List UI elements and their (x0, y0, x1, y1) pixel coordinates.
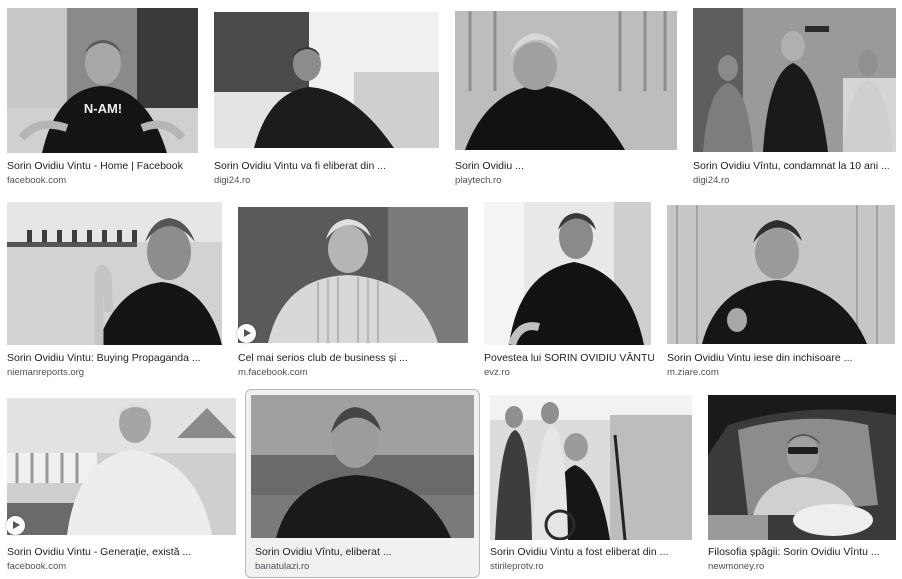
result-title[interactable]: Cel mai serios club de business și ... (238, 352, 468, 364)
result-thumbnail[interactable] (455, 11, 677, 150)
play-video-icon (6, 516, 25, 535)
result-thumbnail[interactable] (490, 395, 692, 540)
result-source[interactable]: niemanreports.org (7, 367, 84, 378)
result-title[interactable]: Sorin Ovidiu Vintu - Home | Facebook (7, 160, 199, 172)
result-source[interactable]: digi24.ro (214, 175, 250, 186)
result-thumbnail[interactable] (7, 202, 222, 345)
result-source[interactable]: stirileprotv.ro (490, 561, 544, 572)
result-card[interactable]: Filosofia șpăgii: Sorin Ovidiu Vîntu ...… (705, 392, 900, 577)
result-source[interactable]: m.ziare.com (667, 367, 719, 378)
result-thumbnail[interactable]: N-AM! (7, 8, 198, 153)
result-thumbnail[interactable] (7, 398, 236, 535)
result-thumbnail[interactable] (238, 207, 468, 343)
result-card[interactable]: N-AM! Sorin Ovidiu Vintu - Home | Facebo… (4, 5, 202, 190)
result-thumbnail[interactable] (251, 395, 474, 538)
result-source[interactable]: facebook.com (7, 561, 66, 572)
result-source[interactable]: digi24.ro (693, 175, 729, 186)
result-card[interactable]: Sorin Ovidiu Vintu iese din inchisoare .… (664, 199, 898, 384)
result-source[interactable]: newmoney.ro (708, 561, 764, 572)
result-card[interactable]: Sorin Ovidiu Vintu: Buying Propaganda ..… (4, 199, 226, 384)
result-title[interactable]: Povestea lui SORIN OVIDIU VÂNTU... (484, 352, 654, 364)
result-card[interactable]: Sorin Ovidiu Vîntu, condamnat la 10 ani … (690, 5, 898, 190)
result-title[interactable]: Sorin Ovidiu Vintu: Buying Propaganda ..… (7, 352, 223, 364)
result-thumbnail[interactable] (484, 202, 651, 345)
result-title[interactable]: Sorin Ovidiu Vintu iese din inchisoare .… (667, 352, 893, 364)
result-card[interactable]: Sorin Ovidiu ... playtech.ro (452, 5, 682, 190)
result-title[interactable]: Sorin Ovidiu Vîntu, eliberat ... (255, 546, 475, 558)
result-title[interactable]: Sorin Ovidiu Vintu va fi eliberat din ..… (214, 160, 440, 172)
result-title[interactable]: Sorin Ovidiu Vintu - Generație, există .… (7, 546, 237, 558)
result-title[interactable]: Sorin Ovidiu ... (455, 160, 677, 172)
result-card[interactable]: Sorin Ovidiu Vintu a fost eliberat din .… (487, 392, 697, 577)
result-card[interactable]: Sorin Ovidiu Vintu va fi eliberat din ..… (211, 5, 443, 190)
result-thumbnail[interactable] (667, 205, 895, 344)
result-thumbnail[interactable] (708, 395, 896, 540)
result-card[interactable]: Sorin Ovidiu Vintu - Generație, există .… (4, 392, 240, 577)
result-card-selected[interactable]: Sorin Ovidiu Vîntu, eliberat ... banatul… (245, 389, 480, 578)
shirt-logo: N-AM! (84, 101, 122, 116)
result-card[interactable]: Povestea lui SORIN OVIDIU VÂNTU... evz.r… (481, 199, 656, 384)
result-source[interactable]: m.facebook.com (238, 367, 308, 378)
result-thumbnail[interactable] (214, 12, 439, 148)
result-source[interactable]: facebook.com (7, 175, 66, 186)
result-title[interactable]: Filosofia șpăgii: Sorin Ovidiu Vîntu ... (708, 546, 898, 558)
result-card[interactable]: Cel mai serios club de business și ... m… (235, 199, 473, 384)
result-source[interactable]: evz.ro (484, 367, 510, 378)
result-source[interactable]: banatulazi.ro (255, 561, 309, 572)
result-title[interactable]: Sorin Ovidiu Vintu a fost eliberat din .… (490, 546, 694, 558)
result-title[interactable]: Sorin Ovidiu Vîntu, condamnat la 10 ani … (693, 160, 893, 172)
play-video-icon (237, 324, 256, 343)
result-thumbnail[interactable] (693, 8, 896, 152)
result-source[interactable]: playtech.ro (455, 175, 501, 186)
